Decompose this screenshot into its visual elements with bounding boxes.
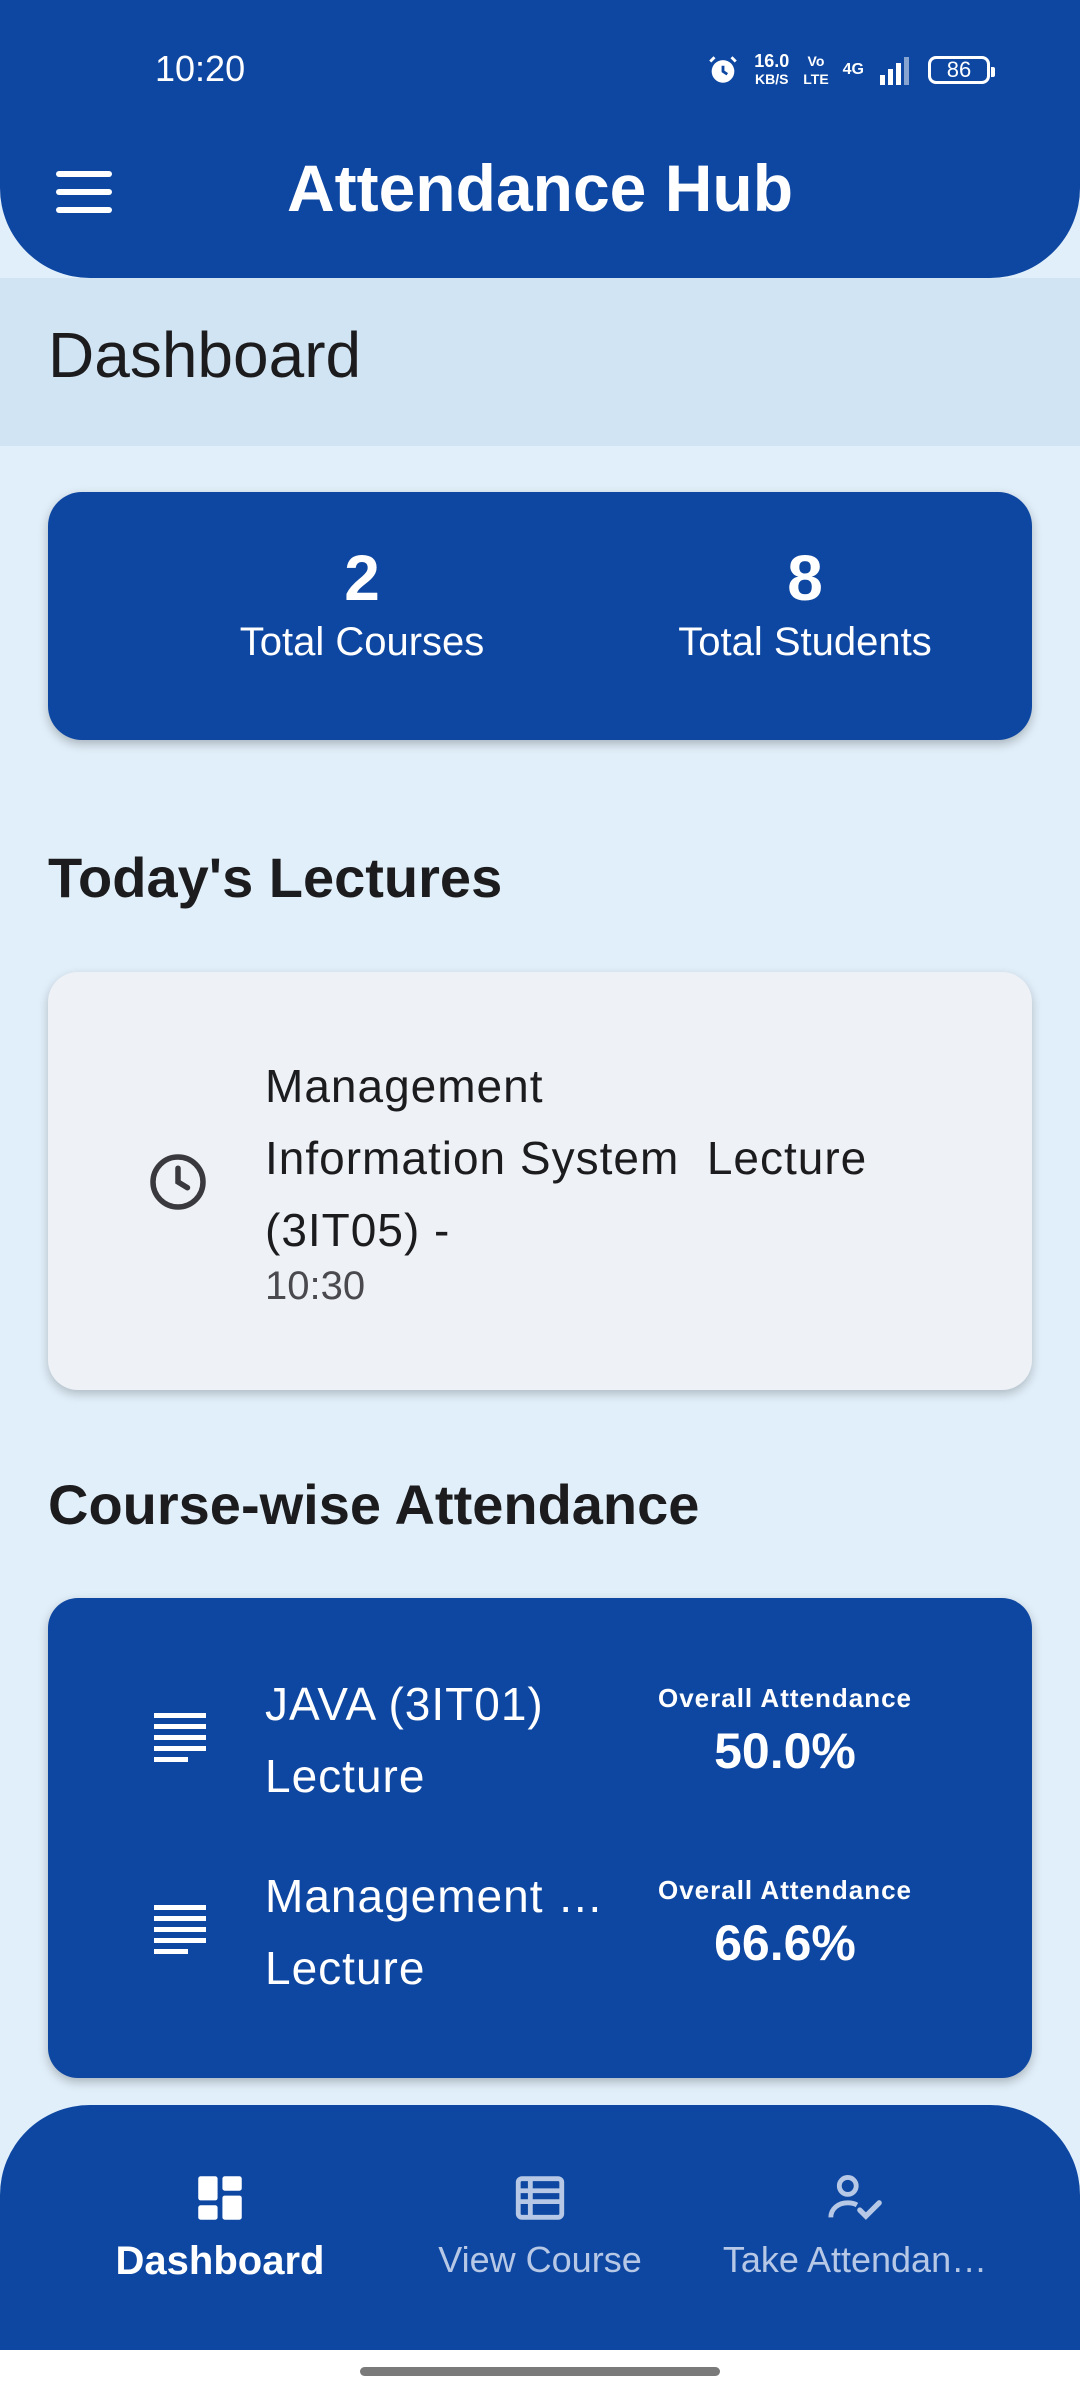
bottom-navigation: Dashboard View Course Take Attendan… (0, 2105, 1080, 2350)
course-row[interactable]: JAVA (3IT01) Lecture Overall Attendance … (48, 1668, 1032, 1818)
notes-icon (154, 1713, 206, 1763)
gesture-bar[interactable] (360, 2367, 720, 2376)
net-speed: 16.0 KB/S (754, 51, 790, 87)
person-check-icon (828, 2175, 882, 2220)
battery-icon: 86 (928, 56, 995, 84)
nav-take-attendance[interactable]: Take Attendan… (710, 2169, 1000, 2281)
stats-card: 2 Total Courses 8 Total Students (48, 492, 1032, 740)
total-courses-label: Total Courses (239, 620, 485, 664)
lecture-time: 10:30 (265, 1264, 366, 1308)
total-courses-stat: 2 Total Courses (162, 542, 562, 665)
lecture-title: Management Information System Lecture (3… (265, 1060, 868, 1256)
attendance-percent: 50.0% (714, 1723, 856, 1779)
attendance-stat: Overall Attendance 66.6% (630, 1875, 940, 1972)
attendance-percent: 66.6% (714, 1915, 856, 1971)
list-view-icon (515, 2176, 565, 2220)
course-attendance-card: JAVA (3IT01) Lecture Overall Attendance … (48, 1598, 1032, 2078)
nav-view-course-label: View Course (438, 2239, 642, 2280)
nav-view-course[interactable]: View Course (420, 2169, 660, 2281)
network-type: 4G (842, 61, 864, 78)
page-title: Dashboard (48, 319, 362, 391)
app-bar: 10:20 16.0 KB/S Vo LTE 4G 86 Attendance … (0, 0, 1080, 278)
signal-icon (880, 57, 909, 85)
lecture-card[interactable]: Management Information System Lecture (3… (48, 972, 1032, 1390)
app-title: Attendance Hub (286, 151, 794, 225)
clock-icon (150, 1154, 206, 1210)
attendance-stat: Overall Attendance 50.0% (630, 1683, 940, 1780)
dashboard-icon (198, 2176, 242, 2220)
total-courses-value: 2 (344, 542, 380, 614)
volte-indicator: Vo LTE (803, 53, 829, 87)
course-attendance-title: Course-wise Attendance (48, 1473, 700, 1536)
notes-icon (154, 1905, 206, 1955)
course-name: Management … Lecture (265, 1870, 605, 1994)
nav-dashboard-label: Dashboard (115, 2239, 325, 2283)
nav-take-attendance-label: Take Attendan… (722, 2239, 988, 2280)
total-students-value: 8 (787, 542, 823, 614)
alarm-icon (709, 56, 737, 83)
course-name: JAVA (3IT01) Lecture (265, 1678, 544, 1802)
total-students-label: Total Students (678, 620, 932, 664)
course-row[interactable]: Management … Lecture Overall Attendance … (48, 1860, 1032, 2010)
todays-lectures-title: Today's Lectures (48, 846, 503, 909)
status-time: 10:20 (155, 48, 246, 89)
status-icons: 16.0 KB/S Vo LTE 4G 86 (706, 48, 995, 92)
total-students-stat: 8 Total Students (605, 542, 1005, 665)
nav-dashboard[interactable]: Dashboard (100, 2169, 340, 2284)
